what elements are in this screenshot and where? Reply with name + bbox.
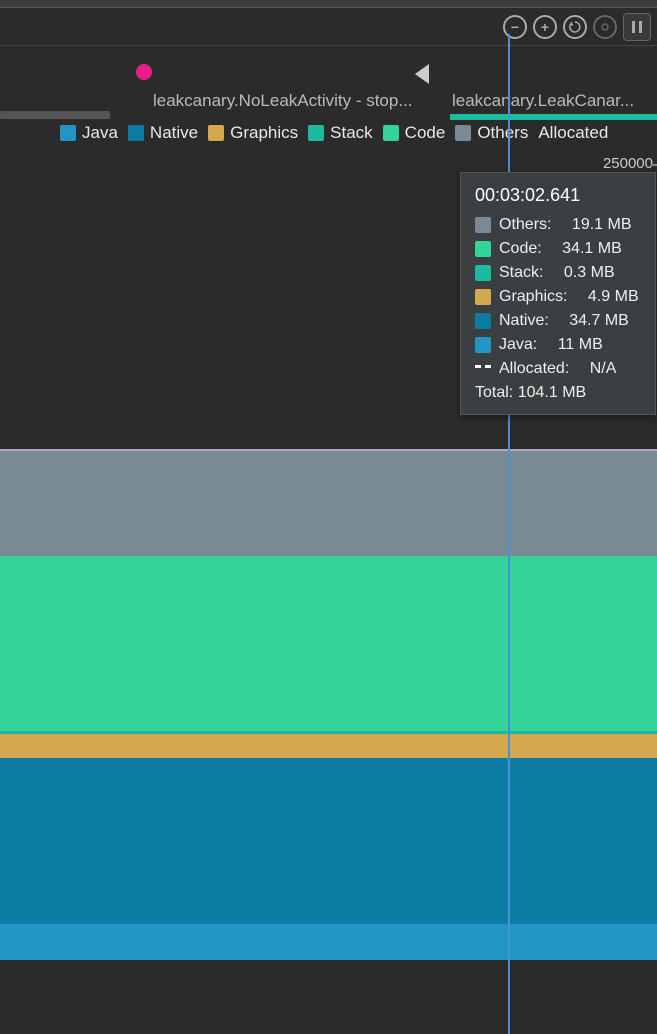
graphics-swatch-icon: [208, 125, 224, 141]
code-swatch-icon: [383, 125, 399, 141]
tooltip-row-stack: Stack: 0.3 MB: [475, 264, 641, 282]
tooltip-total: Total: 104.1 MB: [475, 384, 641, 402]
pause-button[interactable]: [623, 13, 651, 41]
tooltip-row-native: Native: 34.7 MB: [475, 312, 641, 330]
area-java: [0, 924, 657, 960]
tooltip-row-allocated: Allocated: N/A: [475, 360, 641, 378]
java-swatch-icon: [60, 125, 76, 141]
native-swatch-icon: [475, 313, 491, 329]
legend-native[interactable]: Native: [128, 123, 198, 143]
others-swatch-icon: [455, 125, 471, 141]
allocated-dash-icon: [475, 365, 491, 373]
native-swatch-icon: [128, 125, 144, 141]
area-code: [0, 556, 657, 731]
timeline-scrollbar[interactable]: [0, 111, 110, 119]
tooltip-row-code: Code: 34.1 MB: [475, 240, 641, 258]
y-tick-line: [651, 164, 657, 166]
zoom-out-button[interactable]: −: [503, 15, 527, 39]
timeline-header[interactable]: leakcanary.NoLeakActivity - stop... leak…: [0, 46, 657, 116]
playback-marker-icon[interactable]: [415, 64, 429, 84]
legend-java[interactable]: Java: [60, 123, 118, 143]
stack-swatch-icon: [475, 265, 491, 281]
event-marker-dot[interactable]: [136, 64, 152, 80]
java-swatch-icon: [475, 337, 491, 353]
tooltip-row-graphics: Graphics: 4.9 MB: [475, 288, 641, 306]
others-swatch-icon: [475, 217, 491, 233]
memory-legend: Java Native Graphics Stack Code Others A…: [0, 116, 657, 150]
area-stack: [0, 731, 657, 734]
tooltip-row-others: Others: 19.1 MB: [475, 216, 641, 234]
legend-stack[interactable]: Stack: [308, 123, 373, 143]
stack-swatch-icon: [308, 125, 324, 141]
memory-chart[interactable]: 250000 150000 100000 50000 00:03:02.641 …: [0, 150, 657, 960]
legend-others[interactable]: Others: [455, 123, 528, 143]
zoom-in-button[interactable]: +: [533, 15, 557, 39]
zoom-fit-button[interactable]: [593, 15, 617, 39]
area-native: [0, 758, 657, 924]
graphics-swatch-icon: [475, 289, 491, 305]
zoom-reset-button[interactable]: [563, 15, 587, 39]
tooltip-row-java: Java: 11 MB: [475, 336, 641, 354]
tooltip-timestamp: 00:03:02.641: [475, 185, 641, 206]
top-divider: [0, 0, 657, 8]
legend-allocated[interactable]: Allocated: [538, 123, 608, 143]
area-others: [0, 451, 657, 556]
area-topline: [0, 449, 657, 451]
area-graphics: [0, 734, 657, 758]
activity-track-label-2: leakcanary.LeakCanar...: [452, 91, 634, 111]
y-tick-250000: 250000: [603, 155, 653, 172]
activity-bar: [450, 114, 657, 120]
code-swatch-icon: [475, 241, 491, 257]
activity-track-label-1: leakcanary.NoLeakActivity - stop...: [153, 91, 413, 111]
legend-graphics[interactable]: Graphics: [208, 123, 298, 143]
legend-code[interactable]: Code: [383, 123, 446, 143]
profiler-toolbar: − +: [0, 8, 657, 46]
memory-tooltip: 00:03:02.641 Others: 19.1 MB Code: 34.1 …: [460, 172, 656, 415]
